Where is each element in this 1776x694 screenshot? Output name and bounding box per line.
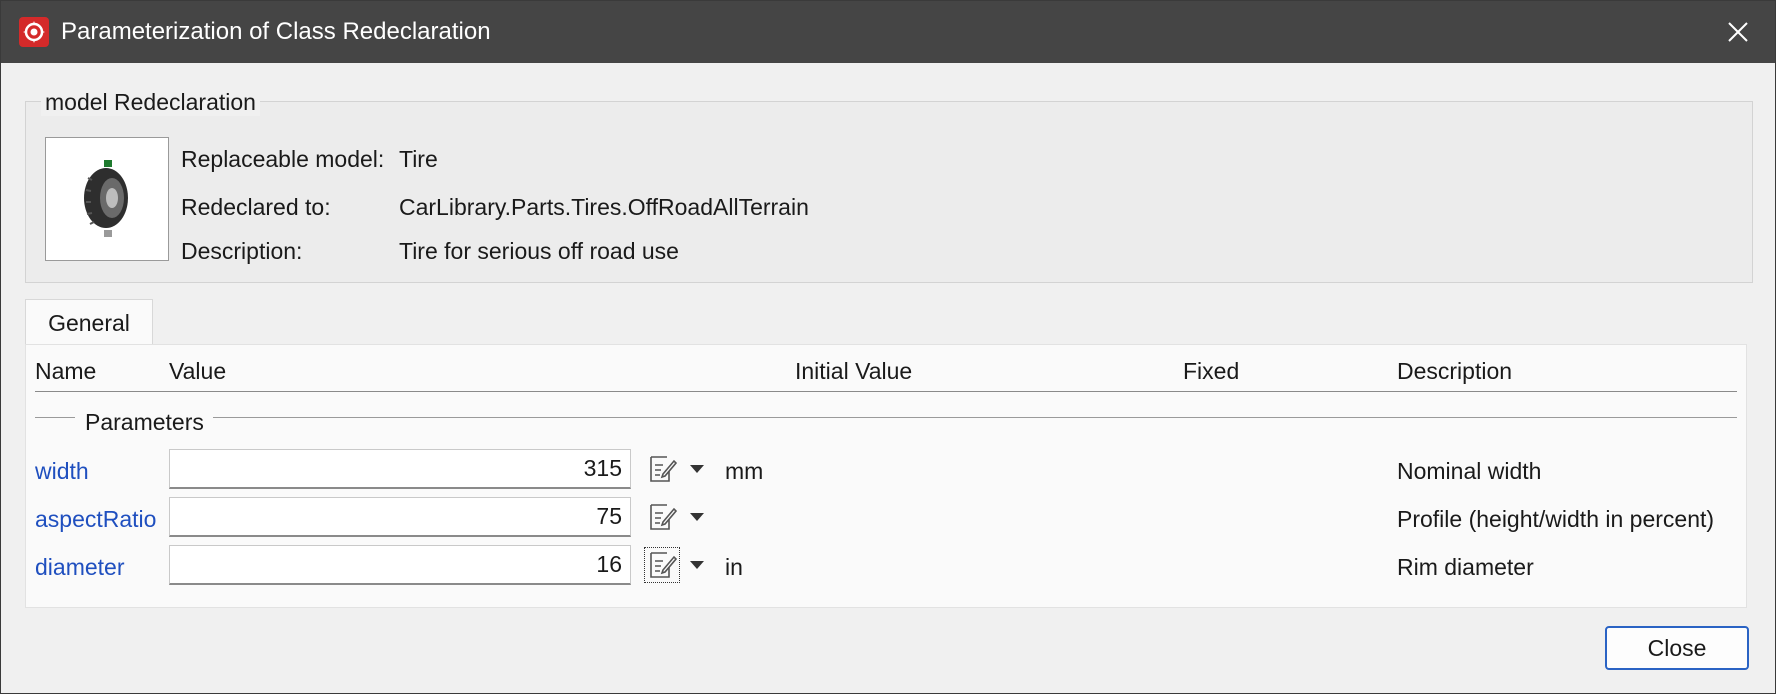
replaceable-label: Replaceable model:: [181, 146, 385, 172]
close-button[interactable]: Close: [1605, 626, 1749, 670]
param-name-aspectratio[interactable]: aspectRatio: [35, 506, 156, 533]
param-desc-width: Nominal width: [1397, 458, 1542, 484]
param-value-diameter[interactable]: [169, 545, 631, 585]
param-desc-diameter: Rim diameter: [1397, 554, 1534, 580]
section-title-parameters: Parameters: [85, 409, 204, 435]
close-icon[interactable]: [1719, 13, 1757, 51]
column-header-name: Name: [35, 358, 97, 384]
edit-icon[interactable]: [644, 547, 680, 583]
caret-down-icon[interactable]: [687, 500, 707, 534]
caret-down-icon[interactable]: [687, 452, 707, 486]
param-unit-width: mm: [725, 458, 764, 484]
param-unit-diameter: in: [725, 554, 743, 580]
param-name-width[interactable]: width: [35, 458, 89, 485]
dymola-logo-icon: [19, 17, 49, 47]
tire-icon: [84, 160, 128, 237]
column-header-fixed: Fixed: [1183, 358, 1240, 384]
param-desc-aspectratio: Profile (height/width in percent): [1397, 506, 1715, 532]
caret-down-icon[interactable]: [687, 548, 707, 582]
description-label: Description:: [181, 238, 303, 264]
param-value-width[interactable]: [169, 449, 631, 489]
header-divider: [35, 391, 1737, 392]
edit-icon[interactable]: [645, 452, 679, 486]
redeclared-label: Redeclared to:: [181, 194, 331, 220]
param-name-diameter[interactable]: diameter: [35, 554, 124, 581]
window-title: Parameterization of Class Redeclaration: [61, 18, 491, 45]
tab-general[interactable]: General: [25, 299, 153, 345]
dialog-window: Parameterization of Class Redeclaration …: [0, 0, 1776, 694]
edit-icon[interactable]: [645, 500, 679, 534]
replaceable-value: Tire: [399, 146, 438, 172]
column-header-initial-value: Initial Value: [795, 358, 913, 384]
param-value-aspectratio[interactable]: [169, 497, 631, 537]
column-header-description: Description: [1397, 358, 1513, 384]
group-title: model Redeclaration: [41, 89, 260, 116]
description-value: Tire for serious off road use: [399, 238, 679, 264]
model-thumbnail: [45, 137, 169, 261]
redeclared-value: CarLibrary.Parts.Tires.OffRoadAllTerrain: [399, 194, 809, 220]
section-divider-right: [213, 417, 1737, 418]
title-bar[interactable]: Parameterization of Class Redeclaration: [1, 1, 1775, 63]
section-divider-left: [35, 417, 75, 418]
column-header-value: Value: [169, 358, 227, 384]
